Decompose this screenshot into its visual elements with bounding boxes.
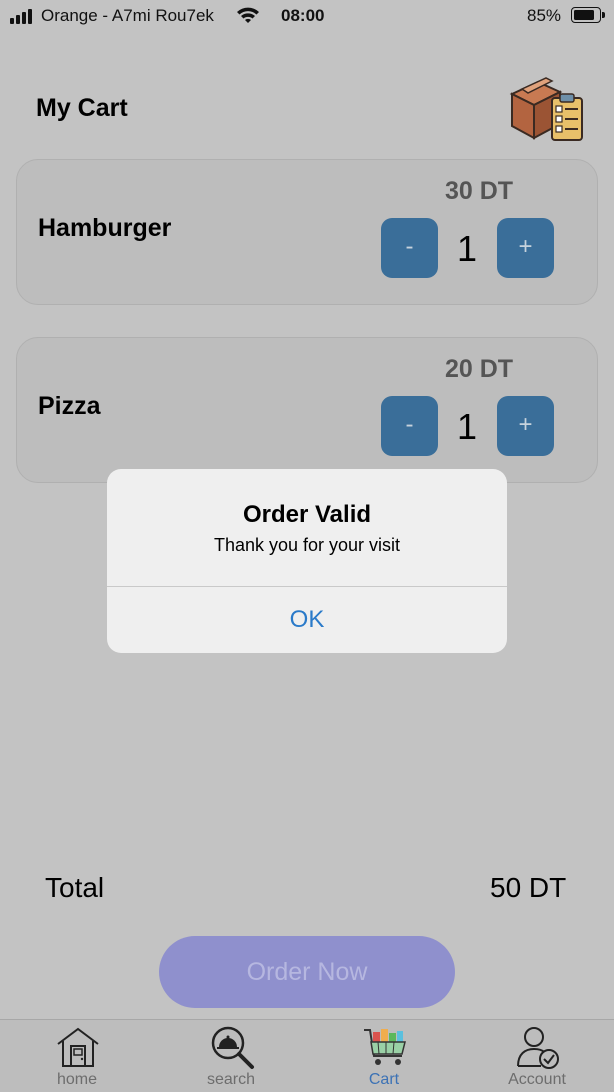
cart-item-card: Pizza 20 DT - 1 + bbox=[16, 337, 598, 483]
cart-checklist-box-icon bbox=[509, 77, 583, 141]
tab-label: Cart bbox=[368, 1071, 400, 1088]
increase-quantity-button[interactable]: + bbox=[497, 218, 554, 278]
wifi-icon bbox=[237, 7, 259, 23]
item-price: 30 DT bbox=[445, 177, 514, 205]
tab-label: search bbox=[206, 1071, 256, 1088]
tab-label: Account bbox=[508, 1071, 566, 1088]
tab-account[interactable]: Account bbox=[460, 1020, 614, 1092]
cart-item-card: Hamburger 30 DT - 1 + bbox=[16, 159, 598, 305]
total-value: 50 DT bbox=[490, 872, 567, 903]
item-name: Pizza bbox=[38, 392, 101, 420]
house-icon bbox=[57, 1027, 99, 1067]
carrier-name: Orange - A7mi Rou7ek bbox=[41, 6, 214, 25]
item-price: 20 DT bbox=[445, 355, 514, 383]
cellular-signal-icon bbox=[10, 8, 36, 24]
status-time: 08:00 bbox=[281, 6, 325, 25]
account-icon bbox=[517, 1027, 559, 1069]
decrease-quantity-button[interactable]: - bbox=[381, 396, 438, 456]
page-title: My Cart bbox=[36, 94, 128, 122]
total-label: Total bbox=[45, 872, 105, 903]
order-valid-alert: Order Valid Thank you for your visit OK bbox=[107, 469, 507, 653]
search-icon bbox=[211, 1026, 254, 1069]
tab-home[interactable]: home bbox=[0, 1020, 154, 1092]
alert-ok-button[interactable]: OK bbox=[107, 587, 507, 653]
tab-bar: home search Cart Account bbox=[0, 1019, 614, 1092]
item-quantity: 1 bbox=[457, 406, 478, 447]
tab-cart[interactable]: Cart bbox=[307, 1020, 461, 1092]
status-bar: Orange - A7mi Rou7ek 08:00 85% bbox=[0, 0, 614, 34]
battery-icon bbox=[571, 7, 605, 23]
decrease-quantity-button[interactable]: - bbox=[381, 218, 438, 278]
battery-percent: 85% bbox=[527, 6, 562, 25]
alert-title: Order Valid bbox=[242, 501, 372, 528]
item-name: Hamburger bbox=[38, 214, 172, 242]
shopping-cart-icon bbox=[364, 1029, 406, 1065]
tab-search[interactable]: search bbox=[154, 1020, 308, 1092]
item-quantity: 1 bbox=[457, 228, 478, 269]
alert-message: Thank you for your visit bbox=[213, 535, 401, 555]
tab-label: home bbox=[56, 1071, 98, 1088]
increase-quantity-button[interactable]: + bbox=[497, 396, 554, 456]
order-now-button[interactable]: Order Now bbox=[159, 936, 455, 1008]
